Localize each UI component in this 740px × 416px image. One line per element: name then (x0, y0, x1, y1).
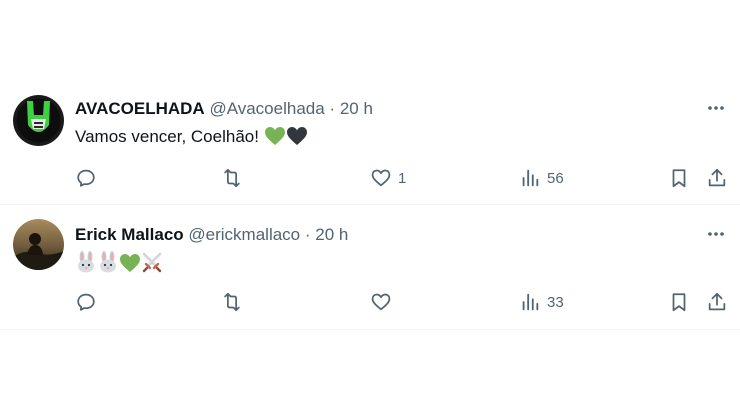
green-heart-emoji (264, 126, 286, 152)
share-button[interactable] (706, 289, 728, 315)
retweet-button[interactable] (221, 289, 243, 315)
more-options-icon[interactable] (706, 224, 726, 244)
like-count: 1 (398, 169, 407, 187)
separator-dot: · (329, 99, 336, 118)
reply-button[interactable] (75, 165, 97, 191)
share-button[interactable] (706, 165, 728, 191)
divider (0, 329, 740, 330)
timestamp[interactable]: 20 h (315, 225, 348, 244)
display-name[interactable]: AVACOELHADA (75, 99, 205, 118)
like-button[interactable]: 1 (370, 165, 406, 191)
user-handle[interactable]: @erickmallaco (188, 225, 300, 244)
share-icon (708, 292, 726, 311)
bookmark-button[interactable] (668, 165, 690, 191)
crossed-swords-emoji (141, 251, 163, 279)
black-heart-emoji (286, 126, 308, 152)
rabbit-face-emoji (75, 251, 97, 279)
views-icon (522, 293, 539, 311)
views-icon (522, 169, 539, 187)
bookmark-button[interactable] (668, 289, 690, 315)
bookmark-icon (672, 293, 686, 312)
like-button[interactable] (370, 289, 398, 315)
display-name[interactable]: Erick Mallaco (75, 225, 184, 244)
reply-icon (77, 169, 95, 187)
tweet-header: AVACOELHADA @Avacoelhada · 20 h (75, 99, 373, 119)
heart-icon (371, 293, 391, 311)
timestamp[interactable]: 20 h (340, 99, 373, 118)
heart-icon (371, 169, 391, 187)
action-bar: 33 (0, 289, 740, 315)
action-bar: 1 56 (0, 165, 740, 191)
view-count: 33 (547, 293, 564, 311)
green-heart-emoji (119, 253, 141, 279)
share-icon (708, 168, 726, 187)
retweet-button[interactable] (221, 165, 243, 191)
user-handle[interactable]: @Avacoelhada (209, 99, 324, 118)
reply-button[interactable] (75, 289, 97, 315)
reply-icon (77, 293, 95, 311)
bookmark-icon (672, 169, 686, 188)
retweet-icon (224, 168, 240, 188)
avatar[interactable] (13, 95, 64, 146)
tweet[interactable]: AVACOELHADA @Avacoelhada · 20 h Vamos ve… (0, 85, 740, 204)
views-button[interactable]: 56 (519, 165, 564, 191)
tweet[interactable]: Erick Mallaco @erickmallaco · 20 h 33 (0, 205, 740, 329)
view-count: 56 (547, 169, 564, 187)
separator-dot: · (304, 225, 311, 244)
tweet-text (75, 251, 163, 279)
tweet-header: Erick Mallaco @erickmallaco · 20 h (75, 225, 348, 245)
tweet-text-content: Vamos vencer, Coelhão! (75, 127, 259, 146)
avatar[interactable] (13, 219, 64, 270)
tweet-text: Vamos vencer, Coelhão! (75, 126, 308, 152)
more-options-icon[interactable] (706, 98, 726, 118)
rabbit-face-emoji (97, 251, 119, 279)
retweet-icon (224, 292, 240, 312)
views-button[interactable]: 33 (519, 289, 564, 315)
